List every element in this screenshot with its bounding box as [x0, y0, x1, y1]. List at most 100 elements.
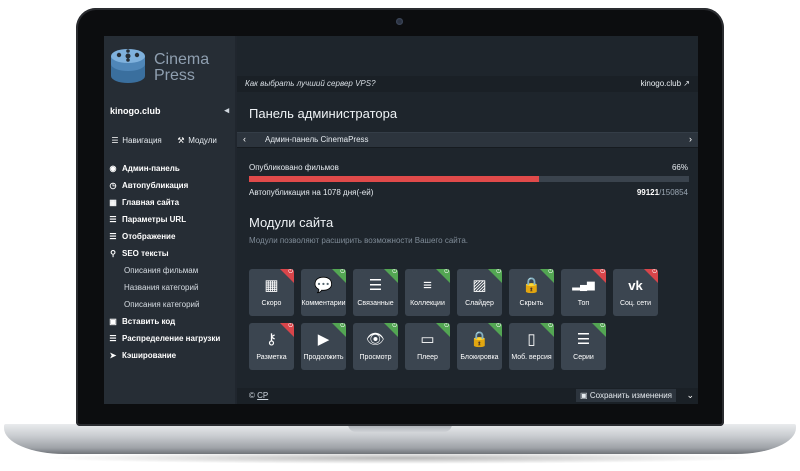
save-button[interactable]: ▣ Сохранить изменения	[576, 389, 676, 402]
copyright-link[interactable]: CP	[257, 391, 268, 400]
vk-icon: vk	[628, 278, 643, 293]
count-done: 99121	[636, 188, 660, 197]
tab-navigation[interactable]: ☰ Навигация	[110, 136, 161, 145]
monitor-icon: ▭	[420, 331, 435, 348]
chevron-down-icon[interactable]: ⌄	[686, 390, 694, 401]
module-tile[interactable]: ⏻ 🔒 Скрыть	[509, 269, 554, 316]
lock-icon: 🔒	[522, 277, 541, 294]
footer: © CP ▣ Сохранить изменения ⌄	[237, 388, 698, 404]
module-label: Коллекции	[410, 300, 445, 307]
module-label: Блокировка	[460, 354, 499, 361]
page-title: Панель администратора	[249, 106, 398, 121]
sidebar-item-3[interactable]: ☰ Параметры URL	[104, 211, 235, 228]
sidebar-item-5[interactable]: ⚲ SEO тексты	[104, 245, 235, 262]
logo-line-1: Cinema	[154, 51, 210, 68]
sidebar: Cinema Press kinogo.club ◂ ☰ Навигация ⚒…	[104, 36, 235, 404]
module-tile[interactable]: ⏻ ☰ Серии	[561, 323, 606, 370]
sidebar-item-label: Админ-панель	[122, 164, 180, 173]
mobile-icon: ▯	[527, 331, 536, 348]
module-label: Слайдер	[465, 300, 494, 307]
film-reel-icon	[111, 49, 145, 83]
progress-bar-fill	[249, 176, 540, 182]
sidebar-item-11[interactable]: ➤ Кэширование	[104, 347, 235, 364]
published-label: Опубликовано фильмов	[249, 163, 339, 172]
list-icon: ☰	[576, 331, 591, 348]
site-selector[interactable]: kinogo.club ◂	[104, 100, 235, 122]
screen: Cinema Press kinogo.club ◂ ☰ Навигация ⚒…	[104, 36, 698, 404]
module-tile[interactable]: ⏻ ▯ Моб. версия	[509, 323, 554, 370]
sidebar-item-label: Описания категорий	[124, 300, 200, 309]
top-bar: Как выбрать лучший сервер VPS? kinogo.cl…	[237, 76, 698, 92]
tab-modules[interactable]: ⚒ Модули	[176, 136, 217, 145]
logo-text: Cinema Press	[154, 52, 209, 84]
triangle-left-icon[interactable]: ◂	[224, 105, 229, 116]
logo-line-2: Press	[154, 67, 195, 84]
power-icon: ⏻	[548, 323, 553, 329]
sidebar-item-label: Параметры URL	[122, 215, 187, 224]
power-icon: ⏻	[340, 269, 345, 275]
sidebar-item-label: Описания фильмам	[124, 266, 199, 275]
rocket-icon: ➤	[109, 351, 117, 360]
site-link[interactable]: kinogo.club ↗	[641, 79, 690, 88]
module-tile[interactable]: ⏻ 🔒 Блокировка	[457, 323, 502, 370]
webcam-icon	[396, 18, 403, 25]
chevron-left-icon[interactable]: ‹	[243, 134, 246, 144]
power-icon: ⏻	[496, 269, 501, 275]
module-tile[interactable]: ⏻ ☰ Связанные	[353, 269, 398, 316]
modules-description: Модули позволяют расширить возможности В…	[249, 236, 468, 245]
module-tile[interactable]: ⏻ ▦ Скоро	[249, 269, 294, 316]
site-name: kinogo.club	[110, 106, 161, 116]
sidebar-item-label: Названия категорий	[124, 283, 199, 292]
list-icon: ☰	[109, 334, 117, 343]
sidebar-item-2[interactable]: ▦ Главная сайта	[104, 194, 235, 211]
sidebar-item-4[interactable]: ☰ Отображение	[104, 228, 235, 245]
sidebar-item-8[interactable]: Описания категорий	[104, 296, 235, 313]
sidebar-item-0[interactable]: ◉ Админ-панель	[104, 160, 235, 177]
indent-icon: ≡	[423, 277, 432, 294]
module-tile[interactable]: ⏻ ≡ Коллекции	[405, 269, 450, 316]
module-tile[interactable]: ⏻ vk Соц. сети	[613, 269, 658, 316]
sidebar-item-1[interactable]: ◷ Автопубликация	[104, 177, 235, 194]
copyright-symbol: ©	[249, 391, 255, 400]
count-total: /150854	[659, 188, 688, 197]
progress-bar	[249, 176, 689, 182]
power-icon: ⏻	[496, 323, 501, 329]
sidebar-item-6[interactable]: Описания фильмам	[104, 262, 235, 279]
copyright: © CP	[249, 391, 268, 400]
sidebar-item-10[interactable]: ☰ Распределение нагрузки	[104, 330, 235, 347]
comments-icon: 💬	[314, 277, 333, 294]
dashboard-icon: ◉	[109, 164, 117, 173]
chevron-right-icon[interactable]: ›	[689, 134, 692, 144]
module-tile[interactable]: ⏻ ▭ Плеер	[405, 323, 450, 370]
power-icon: ⏻	[288, 269, 293, 275]
sidebar-item-label: Отображение	[122, 232, 176, 241]
sidebar-item-9[interactable]: ▣ Вставить код	[104, 313, 235, 330]
tab-modules-label: Модули	[188, 136, 217, 145]
sidebar-item-label: Главная сайта	[122, 198, 180, 207]
autopublish-label: Автопубликация на 1078 дня(-ей)	[249, 188, 374, 197]
sidebar-menu: ◉ Админ-панель ◷ Автопубликация ▦ Главная сай…	[104, 160, 235, 364]
picture-icon: ▨	[472, 277, 487, 294]
breadcrumb-text: Админ-панель CinemaPress	[265, 135, 369, 144]
module-label: Просмотр	[359, 354, 392, 361]
sidebar-item-label: Распределение нагрузки	[122, 334, 221, 343]
module-tile[interactable]: ⏻ ▶ Продолжить	[301, 323, 346, 370]
module-tile[interactable]: ⏻ ▂▄▆ Топ	[561, 269, 606, 316]
module-tile[interactable]: ⏻ ▨ Слайдер	[457, 269, 502, 316]
logo[interactable]: Cinema Press	[108, 44, 232, 86]
module-label: Соц. сети	[619, 300, 652, 307]
wrench-icon: ⚒	[177, 136, 185, 145]
calendar-icon: ▦	[264, 277, 279, 294]
sidebar-item-label: Вставить код	[122, 317, 176, 326]
module-tile[interactable]: ⏻ ⚷ Разметка	[249, 323, 294, 370]
clock-icon: ◷	[109, 181, 117, 190]
power-icon: ⏻	[548, 269, 553, 275]
module-label: Продолжить	[303, 354, 344, 361]
sidebar-item-label: Автопубликация	[122, 181, 189, 190]
news-link[interactable]: Как выбрать лучший сервер VPS?	[245, 79, 376, 88]
module-tile[interactable]: ⏻ 💬 Комментарии	[301, 269, 346, 316]
module-label: Скрыть	[519, 300, 544, 307]
sidebar-item-7[interactable]: Названия категорий	[104, 279, 235, 296]
module-tile[interactable]: ⏻ 👁 Просмотр	[353, 323, 398, 370]
signal-icon: ▂▄▆	[572, 280, 595, 291]
